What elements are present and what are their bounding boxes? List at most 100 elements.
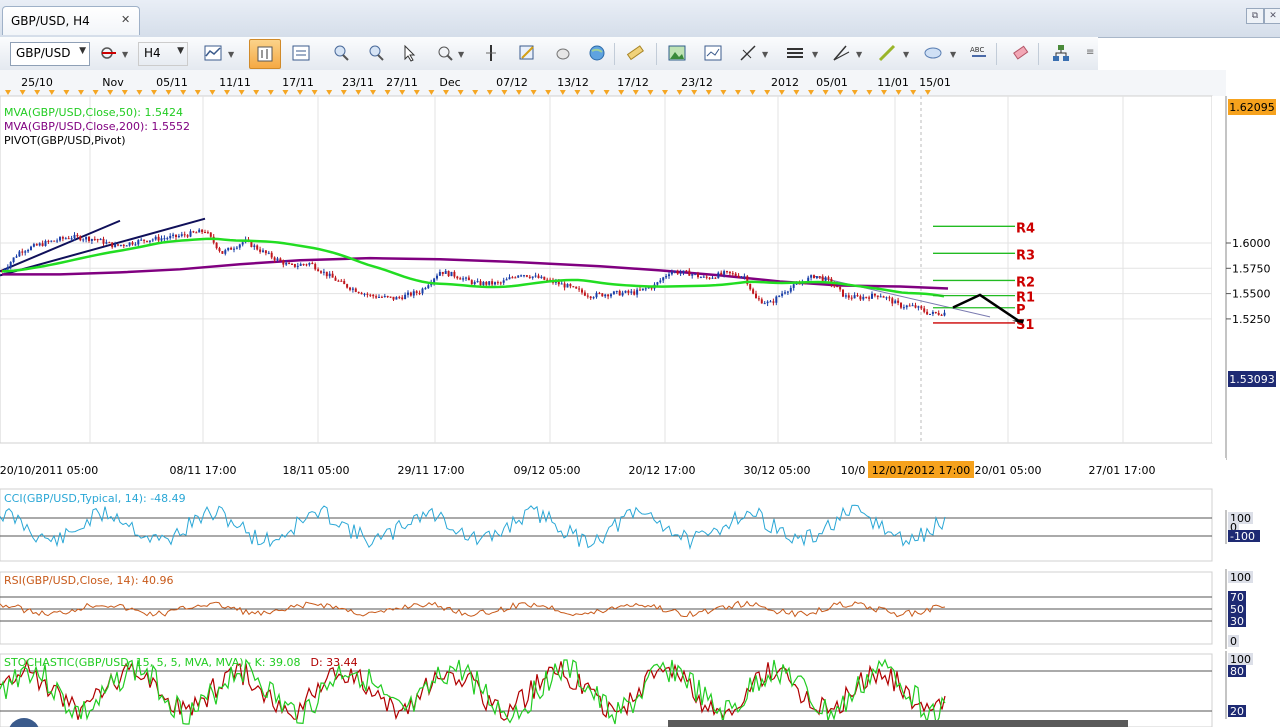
candle-body — [151, 239, 154, 241]
candle-body — [279, 258, 282, 261]
chevron-down-icon[interactable]: ▼ — [228, 50, 234, 59]
candle-body — [862, 296, 865, 300]
candle-body — [491, 281, 494, 285]
candle-body — [676, 271, 679, 274]
candle-body — [601, 293, 604, 297]
chevron-down-icon[interactable]: ▼ — [458, 50, 464, 59]
draw-tools-icon[interactable] — [516, 42, 538, 64]
chart-type-icon[interactable] — [202, 42, 224, 64]
tab-close-icon[interactable]: ✕ — [121, 13, 130, 26]
chart-area[interactable]: 25/10 Nov 05/11 11/11 17/11 23/11 27/11 Dec 07/1… — [0, 70, 1280, 727]
candle-body — [296, 265, 299, 267]
candle-body — [27, 250, 30, 252]
close-window-button[interactable]: ✕ — [1264, 8, 1280, 24]
candle-body — [691, 274, 694, 276]
candle-body — [354, 288, 357, 292]
restore-window-button[interactable]: ⧉ — [1246, 8, 1264, 24]
candle-body — [737, 275, 740, 278]
candle-body — [201, 229, 204, 233]
candle-body — [595, 292, 598, 298]
candle-body — [134, 244, 137, 246]
globe-icon[interactable] — [586, 42, 608, 64]
text-tool-icon[interactable]: ABC — [968, 42, 990, 64]
candle-body — [882, 296, 885, 298]
stoch-legend-main: STOCHASTIC(GBP/USD, 15, 5, 5, MVA, MVA) … — [4, 656, 255, 669]
chevron-down-icon[interactable]: ▼ — [122, 50, 128, 59]
timeframe-select[interactable]: H4 ▼ — [138, 42, 188, 66]
bar-type-icon[interactable] — [98, 42, 120, 64]
candle-body — [131, 242, 134, 245]
candle-body — [781, 293, 784, 296]
current-price-label: 1.53093 — [1228, 371, 1276, 387]
candle-body — [363, 293, 366, 295]
candle-body — [656, 282, 659, 285]
candle-body — [778, 295, 781, 297]
cursor-icon[interactable] — [398, 42, 420, 64]
hierarchy-icon[interactable] — [1050, 42, 1072, 64]
candle-body — [569, 284, 572, 287]
zoom-window-icon[interactable] — [434, 42, 456, 64]
stoch-d-value: D: 33.44 — [310, 656, 357, 669]
fibonacci-icon[interactable] — [830, 42, 852, 64]
candle-body — [18, 251, 21, 257]
candle-body — [705, 276, 708, 278]
candle-body — [850, 297, 853, 299]
zoom-out-icon[interactable] — [365, 42, 387, 64]
bottom-date-label: 18/11 05:00 — [283, 464, 350, 477]
horizontal-lines-icon[interactable] — [784, 42, 806, 64]
separator — [614, 43, 615, 65]
candle-body — [723, 271, 726, 275]
candle-body — [586, 295, 589, 297]
tab-gbpusd-h4[interactable]: GBP/USD, H4 ✕ — [2, 6, 140, 35]
candle-body — [96, 239, 99, 241]
candle-body — [734, 273, 737, 276]
ruler-icon[interactable] — [624, 42, 646, 64]
toolbar-overflow-icon[interactable]: ≡ — [1086, 47, 1094, 58]
chevron-down-icon[interactable]: ▼ — [856, 50, 862, 59]
zoom-in-icon[interactable] — [330, 42, 352, 64]
candle-body — [465, 277, 467, 279]
candle-body — [757, 298, 760, 300]
vertical-line-icon[interactable] — [480, 42, 502, 64]
horizontal-scrollbar[interactable] — [668, 720, 1128, 727]
legend-pivot: PIVOT(GBP/USD,Pivot) — [4, 134, 126, 147]
candle-body — [421, 288, 424, 294]
rsi-pane[interactable] — [0, 571, 1213, 645]
candle-body — [383, 296, 386, 298]
chevron-down-icon[interactable]: ▼ — [950, 50, 956, 59]
candle-body — [154, 236, 157, 240]
top-date-label: 17/11 — [282, 76, 314, 89]
price-tick-label: 1.5250 — [1232, 313, 1271, 326]
candle-body — [888, 297, 891, 299]
candle-body — [90, 238, 93, 241]
candles-view-icon[interactable] — [249, 39, 281, 69]
eraser-icon[interactable] — [1010, 42, 1032, 64]
candle-body — [665, 276, 668, 278]
candle-body — [531, 276, 534, 278]
ellipse-icon[interactable] — [922, 42, 944, 64]
symbol-select[interactable]: GBP/USD ▼ — [10, 42, 90, 66]
chevron-down-icon[interactable]: ▼ — [812, 50, 818, 59]
picture-icon[interactable] — [666, 42, 688, 64]
candle-body — [856, 295, 859, 297]
chevron-down-icon: ▼ — [177, 46, 184, 56]
candle-body — [302, 264, 305, 266]
pen-icon[interactable] — [876, 42, 898, 64]
top-date-label: 11/01 — [877, 76, 909, 89]
candle-body — [902, 307, 905, 309]
candle-body — [818, 276, 821, 278]
chevron-down-icon[interactable]: ▼ — [762, 50, 768, 59]
candle-body — [581, 289, 583, 293]
candle-body — [505, 279, 508, 281]
template-icon[interactable] — [702, 42, 724, 64]
data-window-icon[interactable] — [290, 42, 312, 64]
candle-body — [108, 242, 111, 244]
candle-body — [99, 238, 102, 241]
candle-body — [291, 263, 293, 265]
candle-body — [85, 237, 88, 240]
chevron-down-icon[interactable]: ▼ — [903, 50, 909, 59]
bottom-date-label: 20/10/2011 05:00 — [0, 464, 98, 477]
candle-body — [865, 296, 868, 298]
crosshair-tool-icon[interactable] — [737, 42, 759, 64]
hand-icon[interactable] — [552, 42, 574, 64]
